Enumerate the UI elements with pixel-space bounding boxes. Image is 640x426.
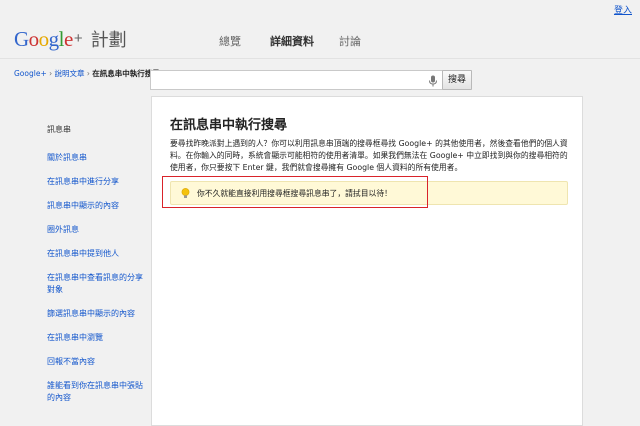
logo-letter: o: [28, 26, 40, 51]
sidebar-item[interactable]: 篩選訊息串中顯示的內容: [47, 308, 145, 320]
search-button[interactable]: 搜尋: [442, 70, 472, 90]
nav-details[interactable]: 詳細資料: [270, 33, 314, 49]
sidebar-item[interactable]: 在訊息串中提到他人: [47, 248, 145, 260]
top-bar: 登入: [0, 0, 640, 18]
logo-plus: +: [73, 29, 83, 47]
header-divider: [0, 58, 640, 59]
article-body: 要尋找昨晚派對上遇到的人？你可以利用訊息串頂端的搜尋框尋找 Google+ 的其…: [170, 139, 568, 172]
logo-letter: g: [48, 26, 60, 51]
google-wordmark: Google: [14, 27, 73, 52]
microphone-icon[interactable]: [428, 75, 438, 87]
logo-letter: e: [64, 26, 73, 51]
breadcrumb-separator: ›: [49, 69, 53, 78]
highlight-annotation: [162, 176, 428, 208]
sidebar-item[interactable]: 關於訊息串: [47, 152, 145, 164]
breadcrumb-separator: ›: [86, 69, 90, 78]
breadcrumb: Google+ › 說明文章 › 在訊息串中執行搜尋: [14, 68, 160, 79]
sidebar-item[interactable]: 在訊息串中瀏覽: [47, 332, 145, 344]
google-plus-projects-logo[interactable]: Google + 計劃: [14, 25, 127, 53]
logo-project-label: 計劃: [90, 30, 127, 51]
sidebar-item[interactable]: 在訊息串中進行分享: [47, 176, 145, 188]
nav-overview[interactable]: 總覽: [219, 33, 241, 49]
breadcrumb-home[interactable]: Google+: [14, 69, 47, 78]
sidebar-item[interactable]: 訊息串中顯示的內容: [47, 200, 145, 212]
nav-discussion[interactable]: 討論: [339, 33, 361, 49]
search-input[interactable]: [150, 70, 443, 90]
breadcrumb-help[interactable]: 說明文章: [55, 69, 85, 78]
logo-letter: G: [14, 26, 29, 51]
sidebar-item[interactable]: 圈外訊息: [47, 224, 145, 236]
logo-letter: o: [38, 26, 50, 51]
article-panel: 在訊息串中執行搜尋 要尋找昨晚派對上遇到的人？你可以利用訊息串頂端的搜尋框尋找 …: [151, 96, 583, 426]
login-link[interactable]: 登入: [614, 3, 632, 16]
sidebar-title: 訊息串: [47, 125, 71, 134]
article-title: 在訊息串中執行搜尋: [170, 118, 288, 133]
sidebar-item[interactable]: 在訊息串中查看訊息的分享對象: [47, 272, 145, 296]
sidebar-item[interactable]: 回報不當內容: [47, 356, 145, 368]
sidebar-item[interactable]: 誰能看到你在訊息串中張貼的內容: [47, 380, 145, 404]
